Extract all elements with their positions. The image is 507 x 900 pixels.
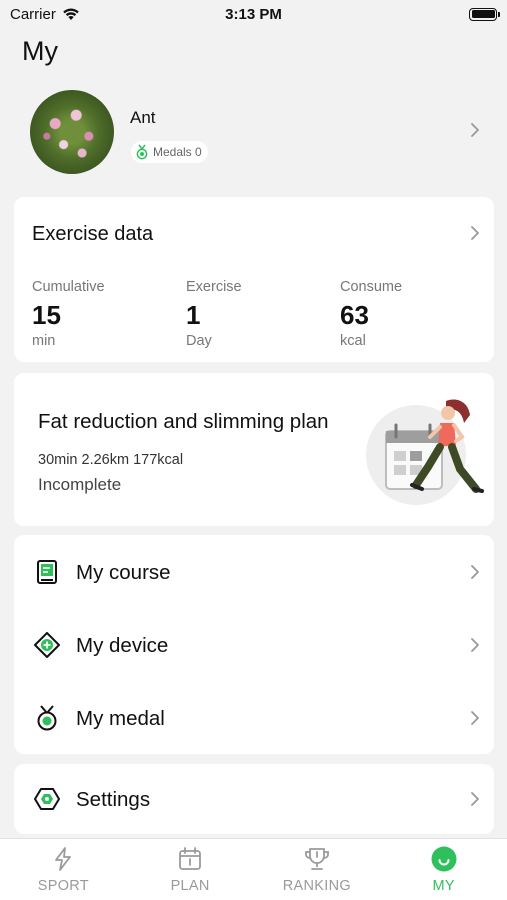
tab-bar: SPORT PLAN RANKING MY bbox=[0, 838, 507, 900]
stat-cumulative: Cumulative 15 min bbox=[32, 279, 105, 349]
medal-icon bbox=[136, 144, 148, 160]
menu-label: My device bbox=[76, 634, 169, 657]
chevron-right-icon[interactable] bbox=[470, 122, 480, 138]
page-title: My bbox=[22, 36, 58, 66]
medals-badge[interactable]: Medals 0 bbox=[131, 141, 208, 163]
chevron-right-icon bbox=[471, 638, 479, 652]
menu-label: Settings bbox=[76, 788, 151, 811]
medal-icon bbox=[37, 705, 57, 731]
avatar[interactable] bbox=[30, 90, 114, 174]
chevron-right-icon bbox=[471, 792, 479, 806]
tab-sport[interactable]: SPORT bbox=[0, 839, 127, 900]
tab-my[interactable]: MY bbox=[380, 839, 507, 900]
medals-count: Medals 0 bbox=[153, 145, 202, 159]
device-icon bbox=[34, 632, 60, 658]
runner-illustration bbox=[366, 399, 484, 505]
calendar-icon bbox=[179, 847, 202, 870]
stat-unit: Day bbox=[186, 333, 212, 349]
tab-label: RANKING bbox=[282, 878, 351, 894]
stat-consume: Consume 63 kcal bbox=[340, 279, 402, 349]
tab-ranking[interactable]: RANKING bbox=[254, 839, 381, 900]
settings-icon bbox=[34, 788, 60, 810]
stat-unit: kcal bbox=[340, 333, 366, 349]
settings-card: Settings bbox=[14, 764, 494, 834]
stat-unit: min bbox=[32, 333, 56, 349]
tab-label: SPORT bbox=[37, 878, 89, 894]
menu-label: My medal bbox=[76, 707, 165, 730]
tab-label: PLAN bbox=[170, 878, 210, 894]
status-bar: Carrier 3:13 PM bbox=[0, 0, 507, 28]
wifi-icon bbox=[63, 8, 79, 20]
stat-exercise: Exercise 1 Day bbox=[186, 279, 242, 349]
exercise-data-card[interactable]: Exercise data Cumulative 15 min Exercise… bbox=[14, 197, 494, 362]
smile-icon bbox=[431, 846, 457, 872]
chevron-right-icon[interactable] bbox=[470, 225, 480, 241]
stat-label: Exercise bbox=[186, 279, 242, 295]
plan-stats: 30min 2.26km 177kcal bbox=[38, 452, 184, 468]
chevron-right-icon bbox=[471, 711, 479, 725]
tab-label: MY bbox=[432, 878, 455, 894]
menu-label: My course bbox=[76, 561, 171, 584]
menu-item-my-device[interactable]: My device bbox=[14, 610, 494, 680]
stat-value: 63 bbox=[340, 300, 369, 330]
menu-card: My course My device My medal bbox=[14, 535, 494, 754]
exercise-data-title: Exercise data bbox=[32, 223, 154, 245]
book-icon bbox=[37, 560, 57, 584]
plan-title: Fat reduction and slimming plan bbox=[38, 410, 329, 433]
trophy-icon bbox=[304, 848, 329, 870]
stat-label: Cumulative bbox=[32, 279, 105, 295]
profile-header[interactable]: Ant Medals 0 bbox=[30, 90, 492, 176]
stat-value: 15 bbox=[32, 300, 61, 330]
username: Ant bbox=[130, 108, 156, 127]
plan-status: Incomplete bbox=[38, 475, 122, 494]
menu-item-my-medal[interactable]: My medal bbox=[14, 683, 494, 753]
menu-item-my-course[interactable]: My course bbox=[14, 537, 494, 607]
stat-value: 1 bbox=[186, 300, 201, 330]
chevron-right-icon bbox=[471, 565, 479, 579]
stat-label: Consume bbox=[340, 279, 403, 295]
battery-icon bbox=[469, 7, 500, 21]
menu-item-settings[interactable]: Settings bbox=[14, 764, 494, 834]
tab-plan[interactable]: PLAN bbox=[127, 839, 254, 900]
lightning-icon bbox=[55, 847, 72, 871]
status-left: Carrier bbox=[10, 6, 80, 23]
plan-card[interactable]: Fat reduction and slimming plan 30min 2.… bbox=[14, 373, 494, 526]
carrier-label: Carrier bbox=[10, 5, 56, 23]
